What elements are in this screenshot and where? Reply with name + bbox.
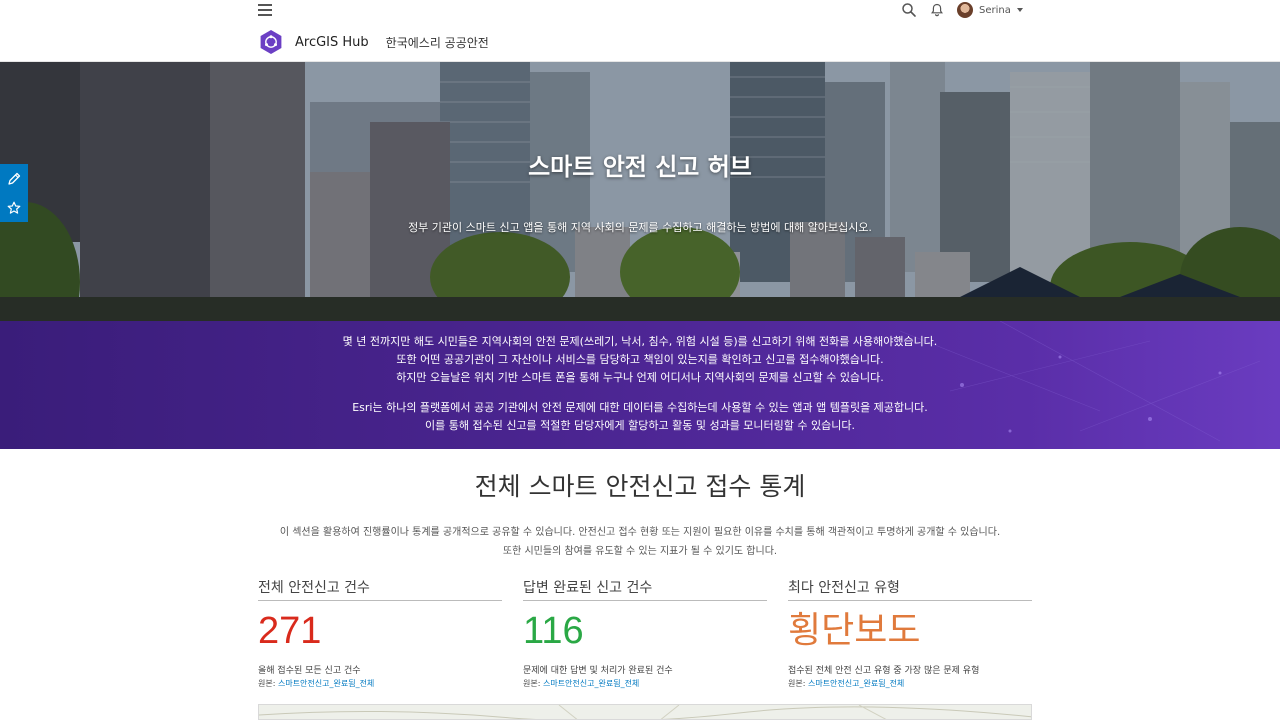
map-roads [259, 705, 1031, 719]
hero-overlay [0, 62, 1280, 321]
favorite-button[interactable] [0, 193, 28, 222]
user-name: Serina [979, 4, 1011, 16]
app-name: ArcGIS Hub [295, 34, 369, 50]
hamburger-menu-icon[interactable] [258, 4, 272, 16]
pencil-icon [8, 172, 21, 185]
stat-card-caption: 접수된 전체 안전 신고 유형 중 가장 많은 문제 유형 [788, 666, 980, 676]
stat-card-title: 최다 안전신고 유형 [788, 577, 1032, 601]
bell-icon[interactable] [930, 3, 944, 17]
map-preview[interactable] [258, 704, 1032, 720]
intro-paragraph-2: Esri는 하나의 플랫폼에서 공공 기관에서 안전 문제에 대한 데이터를 수… [0, 399, 1280, 435]
stat-card-total-reports: 전체 안전신고 건수 271 올해 접수된 모든 신고 건수 원본: 스마트안전… [258, 577, 502, 689]
avatar [957, 2, 973, 18]
hero-banner: 스마트 안전 신고 허브 정부 기관이 스마트 신고 앱을 통해 지역 사회의 … [0, 62, 1280, 321]
stat-card-title: 전체 안전신고 건수 [258, 577, 502, 601]
stat-card-source: 원본: 스마트안전신고_완료됨_전체 [523, 678, 767, 689]
source-link[interactable]: 스마트안전신고_완료됨_전체 [278, 679, 374, 688]
site-name: 한국에스리 공공안전 [385, 35, 489, 50]
edit-button[interactable] [0, 164, 28, 193]
stats-desc-line: 또한 시민들의 참여를 유도할 수 있는 지표가 될 수 있기도 합니다. [502, 546, 778, 557]
stat-card-value: 횡단보도 [788, 610, 921, 651]
stat-card-value: 116 [523, 610, 584, 652]
stat-card-answered-reports: 답변 완료된 신고 건수 116 문제에 대한 답변 및 처리가 완료된 건수 … [523, 577, 767, 689]
source-label: 원본: [788, 679, 806, 688]
intro-line: 또한 어떤 공공기관이 그 자산이나 서비스를 담당하고 책임이 있는지를 확인… [396, 353, 884, 366]
intro-line: 이를 통해 접수된 신고를 적절한 담당자에게 할당하고 활동 및 성과를 모니… [424, 419, 855, 432]
stat-card-caption: 올해 접수된 모든 신고 건수 [258, 666, 361, 676]
arcgis-hub-logo [260, 30, 282, 54]
intro-line: 하지만 오늘날은 위치 기반 스마트 폰을 통해 누구나 언제 어디서나 지역사… [396, 371, 884, 384]
source-label: 원본: [523, 679, 541, 688]
hero-title: 스마트 안전 신고 허브 [528, 153, 752, 181]
chevron-down-icon [1016, 8, 1023, 12]
source-link[interactable]: 스마트안전신고_완료됨_전체 [543, 679, 639, 688]
intro-band: 몇 년 전까지만 해도 시민들은 지역사회의 안전 문제(쓰레기, 낙서, 침수… [0, 321, 1280, 449]
stats-desc-line: 이 섹션을 활용하여 진행률이나 통계를 공개적으로 공유할 수 있습니다. 안… [279, 527, 1001, 538]
site-header: Serina ArcGIS Hub 한국에스리 공공안전 [0, 0, 1280, 62]
intro-paragraph-1: 몇 년 전까지만 해도 시민들은 지역사회의 안전 문제(쓰레기, 낙서, 침수… [0, 333, 1280, 387]
stat-card-source: 원본: 스마트안전신고_완료됨_전체 [788, 678, 1032, 689]
source-label: 원본: [258, 679, 276, 688]
hero-subtitle: 정부 기관이 스마트 신고 앱을 통해 지역 사회의 문제를 수집하고 해결하는… [408, 221, 872, 234]
star-icon [7, 201, 21, 214]
side-toolbar [0, 164, 28, 222]
source-link[interactable]: 스마트안전신고_완료됨_전체 [808, 679, 904, 688]
stat-card-top-report-type: 최다 안전신고 유형 횡단보도 접수된 전체 안전 신고 유형 중 가장 많은 … [788, 577, 1032, 689]
search-icon[interactable] [901, 2, 917, 18]
stats-description: 이 섹션을 활용하여 진행률이나 통계를 공개적으로 공유할 수 있습니다. 안… [0, 523, 1280, 561]
stat-card-value: 271 [258, 610, 322, 652]
intro-line: Esri는 하나의 플랫폼에서 공공 기관에서 안전 문제에 대한 데이터를 수… [352, 401, 928, 414]
stat-card-source: 원본: 스마트안전신고_완료됨_전체 [258, 678, 502, 689]
stat-card-title: 답변 완료된 신고 건수 [523, 577, 767, 601]
brand[interactable]: ArcGIS Hub 한국에스리 공공안전 [258, 28, 489, 56]
intro-line: 몇 년 전까지만 해도 시민들은 지역사회의 안전 문제(쓰레기, 낙서, 침수… [342, 335, 938, 348]
stats-title: 전체 스마트 안전신고 접수 통계 [474, 472, 806, 501]
user-menu[interactable]: Serina [957, 1, 1023, 19]
stat-card-caption: 문제에 대한 답변 및 처리가 완료된 건수 [523, 666, 673, 676]
